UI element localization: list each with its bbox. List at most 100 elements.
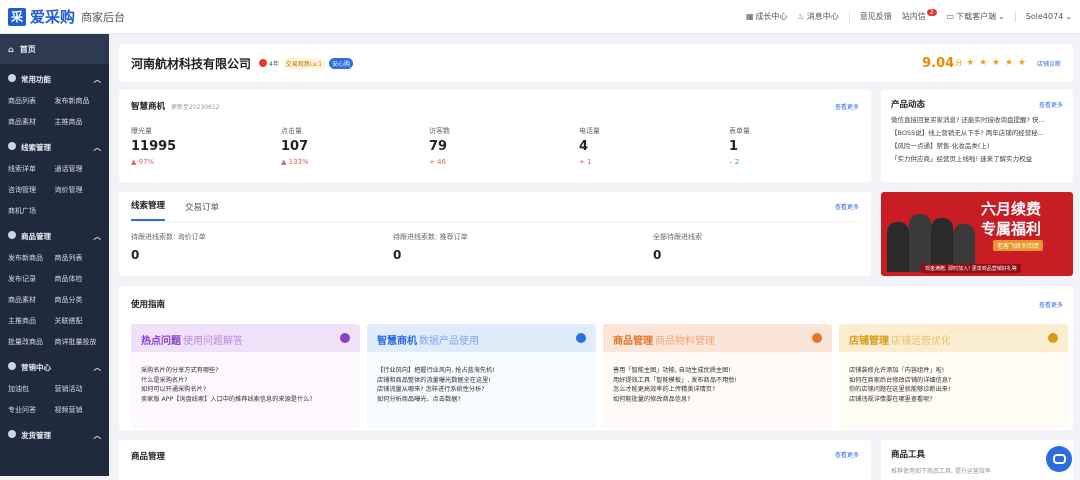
news-item[interactable]: 「实力供应商」经营页上线啦! 速来了解实力权益 xyxy=(891,153,1063,166)
news-item[interactable]: 微信直接回复买家消息? 还能实时接收询盘提醒? 快... xyxy=(891,114,1063,127)
product-news-card: 产品动态 查看更多 微信直接回复买家消息? 还能实时接收询盘提醒? 快... 【… xyxy=(881,90,1073,182)
chat-button[interactable] xyxy=(1046,446,1072,472)
sidebar-item[interactable]: 加油包 xyxy=(8,378,55,399)
guide-item[interactable]: 卖家版 APP【询盘线索】入口中的推荐线索信息的来源是什么? xyxy=(141,395,350,405)
sidebar-section-goods[interactable]: 商品管理 ︿ xyxy=(0,225,109,247)
years-badge: 4年 xyxy=(269,60,279,68)
sidebar-item[interactable]: 线索详单 xyxy=(8,158,55,179)
guide-box-header[interactable]: 商品管理 商品物料管理 xyxy=(603,324,832,352)
sidebar-item[interactable]: 询价管理 xyxy=(55,179,102,200)
sidebar-item[interactable]: 商机广场 xyxy=(8,200,55,221)
tab-leads[interactable]: 线索管理 xyxy=(131,199,166,221)
smart-title: 智慧商机 xyxy=(131,102,166,112)
sidebar-section-leads[interactable]: 线索管理 ︿ xyxy=(0,136,109,158)
message-center-link[interactable]: ♨ 消息中心 xyxy=(798,11,839,22)
target-icon xyxy=(8,141,16,150)
sidebar-item[interactable]: 批量改商品 xyxy=(8,331,55,352)
guide-item[interactable]: 用好提效工具「智能模板」, 发布商品不用愁! xyxy=(613,376,822,386)
sidebar-item[interactable]: 商品列表 xyxy=(8,90,55,111)
smart-more-link[interactable]: 查看更多 xyxy=(835,102,859,111)
sidebar-item[interactable]: 商详批量投放 xyxy=(55,331,102,352)
inbox-badge: 2 xyxy=(926,9,937,16)
user-menu[interactable]: Sole4074 ⌄ xyxy=(1026,12,1072,21)
sidebar-item[interactable]: 发布新商品 xyxy=(55,90,102,111)
sidebar-item[interactable]: 商品素材 xyxy=(8,289,55,310)
guide-item[interactable]: 采购名片的分享方式有哪些? xyxy=(141,366,350,376)
sidebar-item[interactable]: 专业问答 xyxy=(8,399,55,420)
box-icon xyxy=(8,230,16,239)
guide-item[interactable]: 如何在商家后台修改店铺的详细信息? xyxy=(849,376,1058,386)
metric-calls[interactable]: 电话量 4 + 1 xyxy=(579,126,729,166)
home-icon: ⌂ xyxy=(8,44,14,54)
sidebar-items-goods: 发布新商品 商品列表 发布记录 商品体检 商品素材 商品分类 主推商品 关联搭配… xyxy=(0,247,109,352)
guide-item[interactable]: 店铺装修允许添加「内容组件」啦! xyxy=(849,366,1058,376)
sidebar-item[interactable]: 视频营销 xyxy=(55,399,102,420)
level-badge[interactable]: 交易观察Lv.1 xyxy=(282,57,325,69)
logo-mark: 采 xyxy=(8,7,26,26)
leads-stat-inquiry[interactable]: 待跟进线索数: 询价订单 0 xyxy=(131,232,393,262)
feedback-link[interactable]: 意见反馈 xyxy=(860,11,892,22)
logo-subtitle: 商家后台 xyxy=(81,10,126,24)
guide-item[interactable]: 店铺违规详情要在哪里查看呢? xyxy=(849,395,1058,405)
sidebar-item[interactable]: 商品体检 xyxy=(55,268,102,289)
sidebar-item[interactable]: 通话管理 xyxy=(55,158,102,179)
logo[interactable]: 采 爱采购 商家后台 xyxy=(8,6,125,27)
tab-orders[interactable]: 交易订单 xyxy=(185,201,219,221)
megaphone-icon xyxy=(8,361,16,370)
metric-clicks[interactable]: 点击量 107 ▲ 133% xyxy=(281,126,429,166)
sidebar-section-common[interactable]: 常用功能 ︿ xyxy=(0,68,109,90)
sidebar-item[interactable]: 主推商品 xyxy=(55,111,102,132)
guide-box-header[interactable]: 智慧商机 数据产品使用 xyxy=(367,324,596,352)
news-item[interactable]: 【BOSS说】线上营销无从下手? 两年店铺的经营秘... xyxy=(891,127,1063,140)
guide-box-header[interactable]: 热点问题 使用问题解答 xyxy=(131,324,360,352)
leads-stat-recommend[interactable]: 待跟进线索数: 推荐订单 0 xyxy=(393,232,653,262)
guide-item[interactable]: 什么是采购名片? xyxy=(141,376,350,386)
inbox-link[interactable]: 站内信 2 xyxy=(902,9,937,22)
assurance-badge[interactable]: 安心购 xyxy=(329,57,354,69)
guide-item[interactable]: 善用「智能主图」功能, 自动生成优质主图! xyxy=(613,366,822,376)
sidebar-item[interactable]: 关联搭配 xyxy=(55,310,102,331)
sidebar-item[interactable]: 咨询管理 xyxy=(8,179,55,200)
goods-more-link[interactable]: 查看更多 xyxy=(835,450,859,459)
leads-more-link[interactable]: 查看更多 xyxy=(835,202,859,221)
guide-item[interactable]: 【行业风向】把握行业风向, 抢占蓝海先机! xyxy=(377,366,586,376)
chevron-down-icon: ⌄ xyxy=(1065,12,1072,21)
chevron-up-icon: ︿ xyxy=(93,430,102,440)
sidebar-item[interactable]: 商品素材 xyxy=(8,111,55,132)
growth-center-link[interactable]: ▦ 成长中心 xyxy=(746,11,788,22)
sidebar-item[interactable]: 发布新商品 xyxy=(8,247,55,268)
sidebar-item[interactable]: 商品列表 xyxy=(55,247,102,268)
sidebar-section-shipping[interactable]: 发货管理 ︿ xyxy=(0,424,109,446)
chat-icon xyxy=(1052,454,1066,464)
guide-box-header[interactable]: 店铺管理 店铺运营优化 xyxy=(839,324,1068,352)
guide-box-shop-management: 店铺管理 店铺运营优化 店铺装修允许添加「内容组件」啦! 如何在商家后台修改店铺的… xyxy=(839,324,1068,428)
download-client-link[interactable]: ▭ 下载客户端 ⌄ xyxy=(947,11,1005,22)
score-unit: 分 xyxy=(955,59,963,67)
leads-stat-all[interactable]: 全部待跟进线索 0 xyxy=(653,232,853,262)
metric-forms[interactable]: 表单量 1 – 2 xyxy=(729,126,849,166)
sidebar-section-marketing[interactable]: 营销中心 ︿ xyxy=(0,356,109,378)
guide-item[interactable]: 如何分析商品曝光、点击数据? xyxy=(377,395,586,405)
guide-item[interactable]: 你的店铺问题在这里就能够诊断出来! xyxy=(849,385,1058,395)
guide-item[interactable]: 店铺流量从哪来? 怎样进行系统性分析? xyxy=(377,385,586,395)
company-card: 河南航材科技有限公司 4年 交易观察Lv.1 安心购 9.04 分 ★ ★ ★ … xyxy=(119,44,1073,82)
sidebar-item[interactable]: 主推商品 xyxy=(8,310,55,331)
metric-exposure[interactable]: 曝光量 11995 ▲ 97% xyxy=(131,126,281,166)
shop-diagnose-link[interactable]: 店铺诊断 xyxy=(1037,59,1061,68)
banner-tagline: 老客飞跃大回馈 xyxy=(993,240,1044,251)
guide-item[interactable]: 如何能批量的修改商品信息? xyxy=(613,395,822,405)
guide-item[interactable]: 店铺和商品整体的流量曝光数据全在这里! xyxy=(377,376,586,386)
news-item[interactable]: 【风险一点通】禁售-化妆品类(上) xyxy=(891,140,1063,153)
settings-icon xyxy=(8,73,16,82)
sidebar-item[interactable]: 发布记录 xyxy=(8,268,55,289)
news-more-link[interactable]: 查看更多 xyxy=(1039,100,1063,109)
metric-visitors[interactable]: 访客数 79 + 46 xyxy=(429,126,579,166)
sidebar-item-home[interactable]: ⌂ 首页 xyxy=(0,34,109,64)
sidebar-item[interactable]: 营销活动 xyxy=(55,378,102,399)
guide-more-link[interactable]: 查看更多 xyxy=(1039,300,1063,309)
guide-item[interactable]: 如何可以开通采购名片? xyxy=(141,385,350,395)
promo-banner[interactable]: 六月续费 专属福利 老客飞跃大回馈 现金满赠, 即时加入! 更享商品营销好礼等 xyxy=(881,192,1073,276)
guide-item[interactable]: 怎么才能更高效率的上传精美详情页? xyxy=(613,385,822,395)
chart-icon: ▦ xyxy=(745,12,754,21)
sidebar-item[interactable]: 商品分类 xyxy=(55,289,102,310)
